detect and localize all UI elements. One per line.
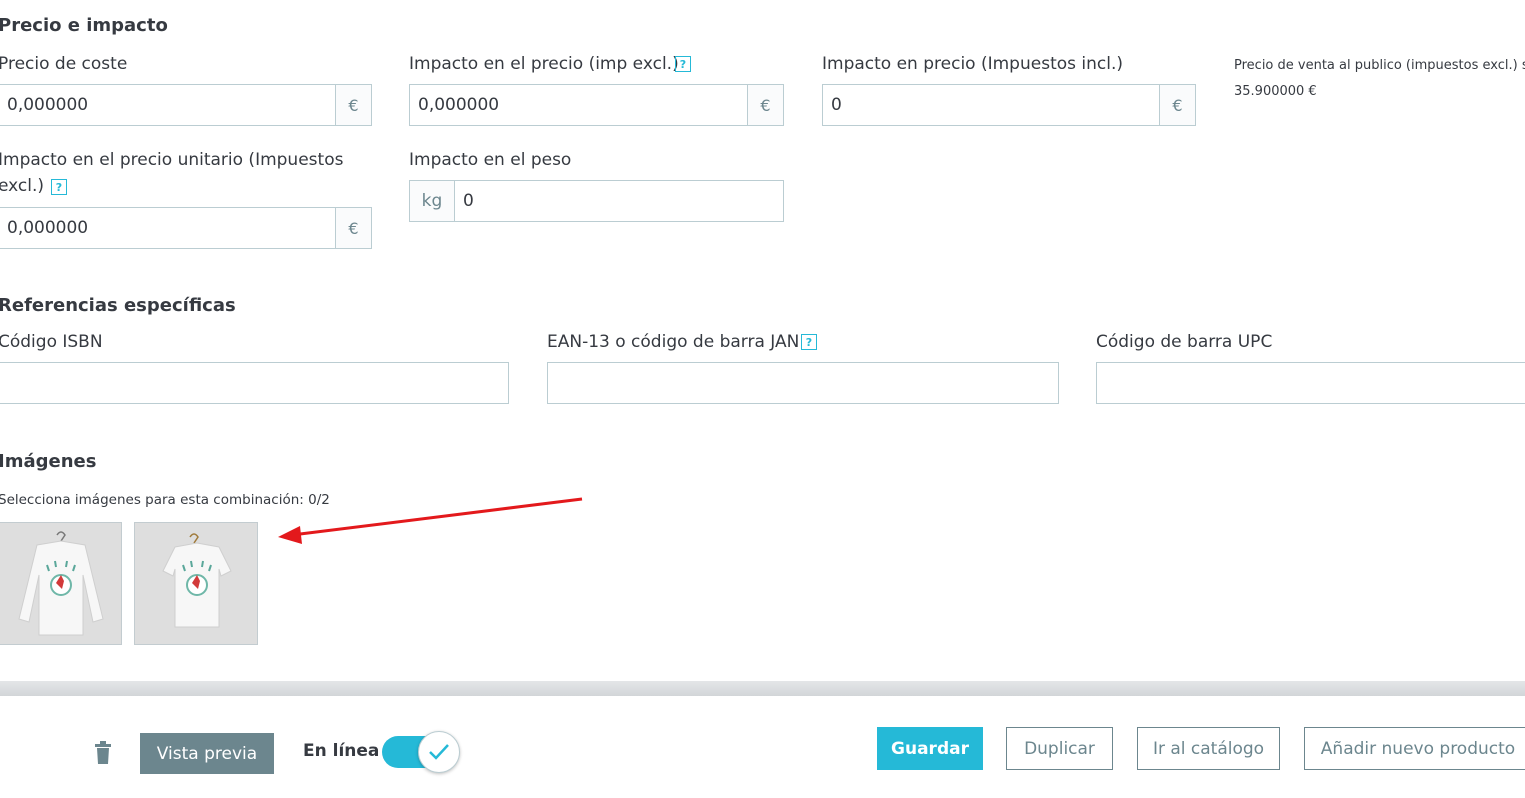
annotation-arrow [278, 497, 583, 544]
duplicate-button[interactable]: Duplicar [1006, 727, 1113, 770]
check-icon [418, 731, 460, 773]
preview-button[interactable]: Vista previa [140, 733, 274, 774]
save-button[interactable]: Guardar [877, 727, 983, 770]
footer-separator [0, 681, 1525, 696]
online-label: En línea [303, 741, 380, 761]
go-to-catalog-button[interactable]: Ir al catálogo [1137, 727, 1280, 770]
trash-icon[interactable] [94, 741, 112, 765]
add-new-product-button[interactable]: Añadir nuevo producto [1304, 727, 1525, 770]
online-toggle[interactable] [382, 731, 460, 774]
